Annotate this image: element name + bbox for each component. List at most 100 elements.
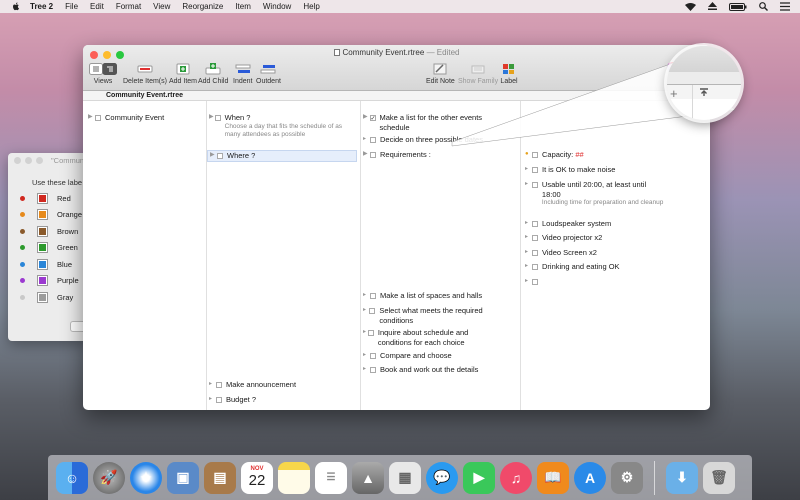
tree-node-when[interactable]: ▶ When ? Choose a day that fits the sche… bbox=[209, 113, 354, 139]
add-icon[interactable]: + bbox=[670, 86, 678, 101]
indent-button[interactable]: Indent bbox=[233, 62, 252, 85]
disclosure-arrow-icon[interactable]: ▸ bbox=[525, 165, 531, 175]
checkbox[interactable] bbox=[531, 181, 538, 188]
disclosure-arrow-icon[interactable]: ▸ bbox=[363, 291, 369, 301]
disclosure-arrow-icon[interactable]: ▸ bbox=[363, 306, 368, 316]
disclosure-arrow-icon[interactable]: ▸ bbox=[209, 380, 215, 390]
label-swatch[interactable] bbox=[37, 192, 48, 204]
label-swatch[interactable] bbox=[37, 275, 48, 287]
minimize-icon[interactable] bbox=[25, 156, 32, 164]
disclosure-arrow-icon[interactable]: ▶ bbox=[210, 151, 216, 161]
menu-app-name[interactable]: Tree 2 bbox=[30, 2, 53, 11]
disclosure-arrow-icon[interactable]: ▸ bbox=[525, 219, 531, 229]
label-row[interactable]: Gray bbox=[8, 289, 88, 306]
checkbox[interactable] bbox=[369, 307, 376, 314]
outdent-button[interactable]: Outdent bbox=[256, 62, 281, 85]
edit-note-button[interactable]: Edit Note bbox=[426, 62, 455, 85]
dock-system-preferences-icon[interactable]: ⚙ bbox=[611, 461, 643, 494]
zoom-icon[interactable] bbox=[36, 156, 43, 164]
label-row[interactable]: Purple bbox=[8, 273, 88, 290]
menu-edit[interactable]: Edit bbox=[90, 2, 104, 11]
views-button[interactable]: Views bbox=[89, 62, 117, 85]
menu-window[interactable]: Window bbox=[263, 2, 291, 11]
label-button[interactable]: Label bbox=[500, 62, 518, 85]
dock-tree-icon[interactable]: ▲ bbox=[352, 461, 384, 494]
disclosure-arrow-icon[interactable]: ▸ bbox=[525, 277, 531, 287]
disclosure-arrow-icon[interactable]: ▸ bbox=[209, 395, 215, 405]
tree-node[interactable]: ▸ Book and work out the details bbox=[363, 365, 478, 375]
add-item-button[interactable]: Add Item bbox=[169, 62, 197, 85]
label-row[interactable]: Brown bbox=[8, 223, 88, 240]
checkbox[interactable] bbox=[214, 114, 221, 121]
checkbox[interactable] bbox=[532, 278, 538, 285]
checkbox[interactable] bbox=[532, 151, 538, 158]
checkbox[interactable] bbox=[370, 136, 376, 143]
dock-downloads-icon[interactable]: ⬇ bbox=[666, 461, 698, 494]
tree-node[interactable]: ▸ Loudspeaker system bbox=[525, 219, 611, 229]
dock-photo-icon[interactable]: ▦ bbox=[389, 461, 421, 494]
tree-node[interactable]: ▸ Decide on three possible dates bbox=[363, 135, 513, 145]
checkbox[interactable] bbox=[370, 151, 376, 158]
tree-node[interactable]: ▸ Drinking and eating OK bbox=[525, 262, 620, 272]
disclosure-arrow-icon[interactable]: ▸ bbox=[525, 180, 531, 190]
menu-item[interactable]: Item bbox=[235, 2, 251, 11]
label-row[interactable]: Red bbox=[8, 190, 88, 207]
show-family-button[interactable]: Show Family bbox=[458, 62, 498, 85]
tree-node[interactable]: ▶ Make a list for the other events schedu… bbox=[363, 113, 503, 132]
tree-node[interactable]: ▸ Video projector x2 bbox=[525, 233, 602, 243]
tree-node[interactable]: ▸ Compare and choose bbox=[363, 351, 452, 361]
close-icon[interactable] bbox=[14, 156, 21, 164]
menu-help[interactable]: Help bbox=[303, 2, 319, 11]
apple-menu-icon[interactable] bbox=[12, 2, 20, 11]
menu-reorganize[interactable]: Reorganize bbox=[182, 2, 223, 11]
disclosure-arrow-icon[interactable]: ▶ bbox=[363, 150, 369, 160]
menu-format[interactable]: Format bbox=[116, 2, 141, 11]
disclosure-arrow-icon[interactable]: ▸ bbox=[363, 351, 369, 361]
tree-node[interactable]: ▸ Video Screen x2 bbox=[525, 248, 597, 258]
dock-itunes-icon[interactable]: ♫ bbox=[500, 461, 532, 494]
label-row[interactable]: Blue bbox=[8, 256, 88, 273]
menu-view[interactable]: View bbox=[153, 2, 170, 11]
checkbox[interactable] bbox=[532, 263, 538, 270]
dock-finder-icon[interactable]: ☺ bbox=[56, 461, 88, 494]
checkbox[interactable] bbox=[532, 249, 538, 256]
dock-notes-icon[interactable] bbox=[278, 461, 310, 494]
dock-launchpad-icon[interactable]: 🚀 bbox=[93, 461, 125, 494]
checkbox[interactable] bbox=[532, 220, 538, 227]
dock-safari-icon[interactable]: ✦ bbox=[130, 461, 162, 494]
dock-facetime-icon[interactable]: ▶ bbox=[463, 461, 495, 494]
disclosure-arrow-icon[interactable]: ▶ bbox=[363, 113, 369, 123]
tree-node[interactable]: ▸ Make a list of spaces and halls bbox=[363, 291, 482, 301]
disclosure-arrow-icon[interactable]: ▸ bbox=[525, 248, 531, 258]
tree-node-root[interactable]: ▶ Community Event bbox=[88, 113, 164, 123]
checkbox[interactable] bbox=[95, 114, 101, 121]
tree-node[interactable]: ▸ Usable until 20:00, at least until 18:… bbox=[525, 180, 665, 207]
checkbox[interactable] bbox=[370, 352, 376, 359]
disclosure-arrow-icon[interactable]: ▶ bbox=[209, 113, 214, 123]
disclosure-arrow-icon[interactable]: ▸ bbox=[525, 233, 531, 243]
tree-node[interactable]: ▸ Inquire about schedule and conditions f… bbox=[363, 328, 493, 347]
dock-calendar-icon[interactable]: NOV 22 bbox=[241, 461, 273, 494]
checkbox[interactable] bbox=[216, 396, 222, 403]
label-swatch[interactable] bbox=[37, 291, 48, 303]
tree-node-capacity[interactable]: ● Capacity: ## bbox=[525, 150, 584, 160]
disclosure-arrow-icon[interactable]: ▶ bbox=[88, 113, 94, 123]
checkbox[interactable] bbox=[370, 292, 376, 299]
checkbox[interactable] bbox=[532, 166, 538, 173]
checkbox[interactable] bbox=[216, 381, 222, 388]
disclosure-arrow-icon[interactable]: ▸ bbox=[525, 262, 531, 272]
checkbox[interactable] bbox=[369, 114, 376, 121]
notification-center-icon[interactable] bbox=[780, 2, 790, 11]
dock-preview-icon[interactable]: ▣ bbox=[167, 461, 199, 494]
tree-node[interactable]: ▶ Requirements : bbox=[363, 150, 431, 160]
disclosure-arrow-icon[interactable]: ▸ bbox=[363, 328, 367, 338]
tree-node-where[interactable]: ▶ Where ? bbox=[207, 150, 357, 162]
label-row[interactable]: Orange bbox=[8, 207, 88, 224]
label-swatch[interactable] bbox=[37, 209, 48, 221]
dock-contacts-icon[interactable]: ▤ bbox=[204, 461, 236, 494]
tree-node[interactable]: ▸ It is OK to make noise bbox=[525, 165, 615, 175]
checkbox[interactable] bbox=[370, 366, 376, 373]
disclosure-arrow-icon[interactable]: ▸ bbox=[363, 365, 369, 375]
wifi-icon[interactable] bbox=[685, 2, 696, 11]
label-swatch[interactable] bbox=[37, 258, 48, 270]
